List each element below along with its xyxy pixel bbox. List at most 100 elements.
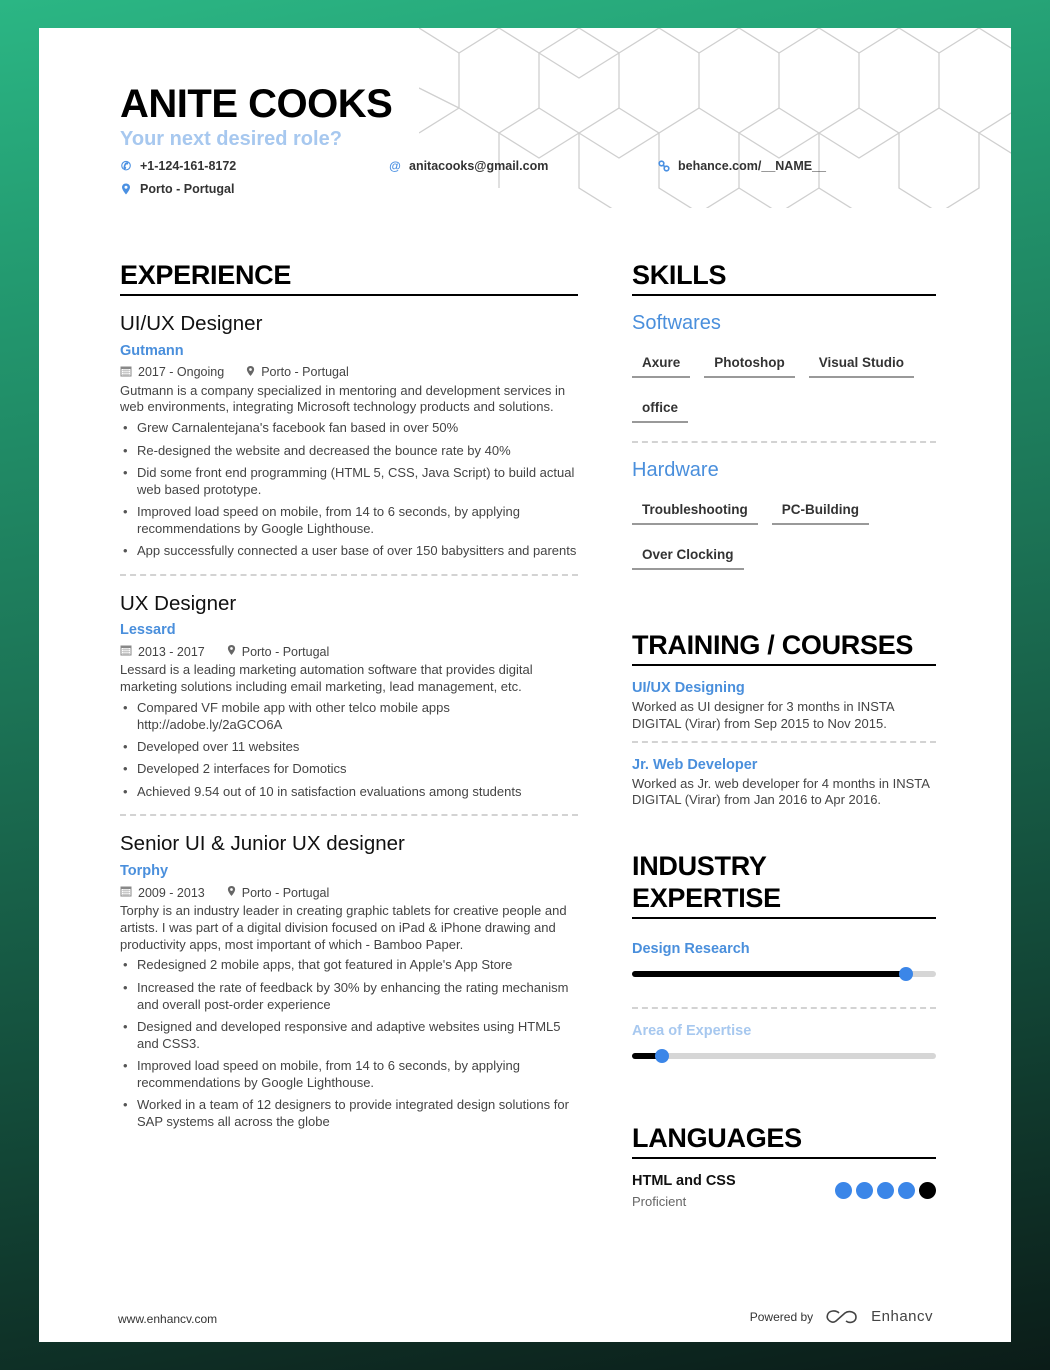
language-level: Proficient [632, 1194, 687, 1210]
contact-location: Porto - Portugal [120, 182, 234, 196]
dashed-divider [632, 1007, 936, 1010]
course-entry: UI/UX Designing Worked as UI designer for… [632, 680, 936, 743]
language-name: HTML and CSS [632, 1173, 736, 1190]
right-column: SKILLS Softwares Axure Photoshop Visual Stu… [632, 260, 936, 1209]
location-pin-icon [227, 644, 236, 659]
job-location: Porto - Portugal [227, 644, 329, 659]
link-icon [658, 160, 670, 172]
dates-text: 2009 - 2013 [138, 885, 205, 900]
achievement-item: Improved load speed on mobile, from 14 t… [120, 504, 578, 538]
phone-icon: ✆ [120, 159, 132, 173]
rating-dot-filled [835, 1182, 852, 1200]
course-description: Worked as Jr. web developer for 4 months… [632, 775, 930, 808]
company-name[interactable]: Lessard [120, 622, 578, 638]
language-entry: HTML and CSS Proficient [632, 1173, 936, 1209]
location-text: Porto - Portugal [241, 885, 330, 900]
job-location: Porto - Portugal [227, 885, 330, 900]
calendar-icon [120, 644, 132, 659]
slider-fill [632, 971, 906, 978]
company-name[interactable]: Gutmann [120, 343, 578, 359]
achievement-item: App successfully connected a user base o… [120, 543, 578, 560]
rating-dot-filled [898, 1182, 915, 1200]
slider-knob[interactable] [655, 1049, 670, 1064]
job-location: Porto - Portugal [246, 365, 349, 380]
job-entry: UX Designer Lessard 2013 - 2017 Porto - Por… [120, 576, 578, 817]
section-title-experience: EXPERIENCE [120, 260, 578, 297]
location-pin-icon [246, 365, 255, 380]
dashed-divider [632, 441, 936, 444]
expertise-entry: Design Research [632, 941, 936, 1010]
skill-tags: Axure Photoshop Visual Studio office [632, 347, 936, 437]
languages-list: HTML and CSS Proficient [632, 1173, 936, 1209]
footer-website-link[interactable]: www.enhancv.com [118, 1312, 217, 1326]
job-meta: 2013 - 2017 Porto - Portugal [120, 644, 578, 659]
expertise-level-slider[interactable] [632, 1049, 936, 1064]
company-name[interactable]: Torphy [120, 863, 578, 879]
achievement-item: Worked in a team of 12 designers to prov… [120, 1097, 578, 1131]
job-description: Torphy is an industry leader in creating… [120, 903, 567, 952]
job-title: UX Designer [120, 591, 237, 615]
job-dates: 2009 - 2013 [120, 885, 205, 900]
skill-tag: Troubleshooting [632, 494, 758, 526]
job-dates: 2017 - Ongoing [120, 365, 224, 380]
course-title[interactable]: Jr. Web Developer [632, 757, 936, 773]
achievement-item: Designed and developed responsive and ad… [120, 1019, 578, 1053]
contact-phone[interactable]: ✆ +1-124-161-8172 [120, 159, 236, 173]
achievement-item: Compared VF mobile app with other telco … [120, 700, 578, 734]
skill-group: Hardware Troubleshooting PC-Building Over C… [632, 459, 936, 584]
skill-tag: Visual Studio [808, 347, 915, 379]
language-rating [835, 1182, 936, 1200]
rating-dot-empty [919, 1182, 936, 1200]
calendar-icon [120, 885, 132, 900]
desired-role: Your next desired role? [120, 128, 342, 150]
achievement-item: Redesigned 2 mobile apps, that got featu… [120, 957, 578, 974]
job-entry: UI/UX Designer Gutmann 2017 - Ongoing Porto… [120, 296, 578, 576]
footer-powered-by[interactable]: Powered by Enhancv [750, 1308, 933, 1325]
job-dates: 2013 - 2017 [120, 644, 205, 659]
skill-group-title: Softwares [632, 312, 721, 335]
calendar-icon [120, 365, 132, 380]
location-pin-icon [227, 885, 236, 900]
achievement-item: Improved load speed on mobile, from 14 t… [120, 1058, 578, 1092]
skill-tag: PC-Building [771, 494, 869, 526]
course-title[interactable]: UI/UX Designing [632, 680, 936, 696]
expertise-level-slider[interactable] [632, 967, 936, 982]
dates-text: 2017 - Ongoing [138, 365, 225, 380]
achievement-item: Developed 2 interfaces for Domotics [120, 761, 578, 778]
contact-website[interactable]: behance.com/__NAME__ [658, 159, 826, 173]
job-description: Gutmann is a company specialized in ment… [120, 382, 566, 415]
location-text: Porto - Portugal [261, 365, 349, 380]
expertise-entry: Area of Expertise [632, 1023, 936, 1064]
left-column: EXPERIENCE UI/UX Designer Gutmann 2017 - O… [120, 260, 578, 1136]
slider-knob[interactable] [898, 967, 913, 982]
training-list: UI/UX Designing Worked as UI designer for… [632, 680, 936, 809]
candidate-name: ANITE COOKS [120, 82, 393, 126]
phone-text: +1-124-161-8172 [140, 159, 237, 173]
achievement-item: Achieved 9.54 out of 10 in satisfaction … [120, 784, 578, 801]
achievement-list: Redesigned 2 mobile apps, that got featu… [120, 957, 578, 1130]
dashed-divider [632, 740, 936, 743]
skill-group: Softwares Axure Photoshop Visual Studio offi… [632, 312, 936, 444]
achievement-list: Compared VF mobile app with other telco … [120, 700, 578, 800]
contact-email[interactable]: @ anitacooks@gmail.com [389, 159, 548, 173]
job-title: UI/UX Designer [120, 312, 263, 336]
language-info: HTML and CSS Proficient [632, 1173, 736, 1209]
expertise-list: Design Research Area of Expertise [632, 941, 936, 1064]
achievement-list: Grew Carnalentejana's facebook fan based… [120, 420, 578, 560]
skill-tag: Over Clocking [632, 539, 744, 571]
course-description: Worked as UI designer for 3 months in IN… [632, 699, 894, 731]
achievement-item: Re-designed the website and decreased th… [120, 443, 578, 460]
brand-name: Enhancv [871, 1308, 933, 1325]
skill-tag: Photoshop [704, 347, 795, 379]
title-line: INDUSTRY [632, 851, 767, 882]
job-description: Lessard is a leading marketing automatio… [120, 662, 533, 695]
email-text: anitacooks@gmail.com [409, 159, 549, 173]
expertise-label: Design Research [632, 941, 750, 958]
course-entry: Jr. Web Developer Worked as Jr. web devel… [632, 757, 936, 810]
achievement-item: Did some front end programming (HTML 5, … [120, 465, 578, 499]
section-title-languages: LANGUAGES [632, 1123, 936, 1160]
resume-page: ANITE COOKS Your next desired role? ✆ +1… [39, 28, 1011, 1342]
geometric-pattern-decoration [419, 28, 1011, 208]
section-title-industry-expertise: INDUSTRY EXPERTISE [632, 851, 936, 920]
experience-list: UI/UX Designer Gutmann 2017 - Ongoing Porto… [120, 296, 578, 1131]
